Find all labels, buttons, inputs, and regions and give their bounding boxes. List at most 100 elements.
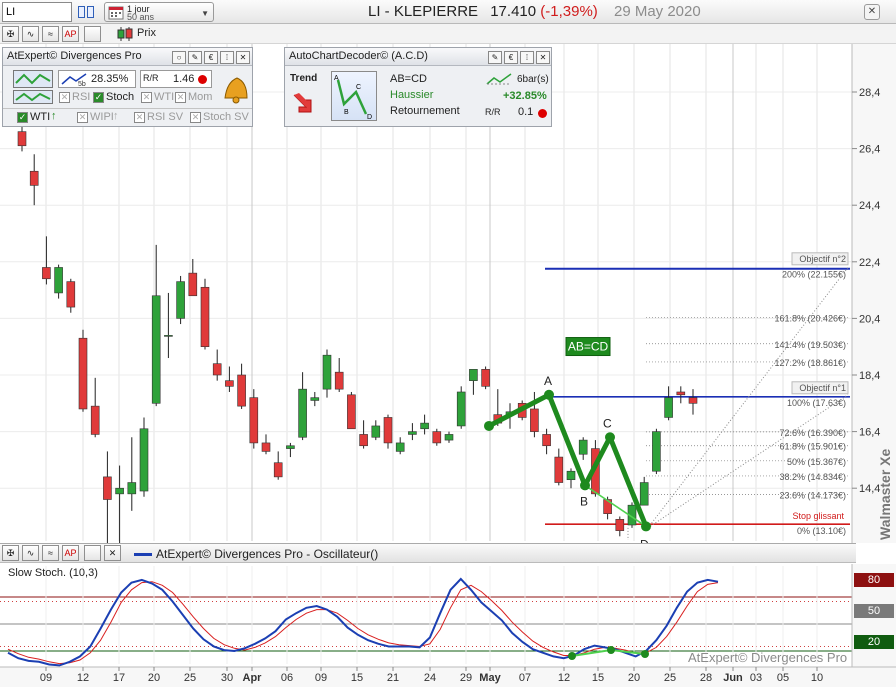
candle xyxy=(456,386,466,429)
stoch-checkbox[interactable]: ✓ xyxy=(93,92,104,103)
date-axis: 09 12 17 20 25 30 Apr 06 09 15 21 24 29 May 07 12 15 20 25… xyxy=(0,666,896,687)
wipi-checkbox[interactable]: ✕ xyxy=(77,112,88,123)
wave-chart-icon-2[interactable] xyxy=(13,90,53,104)
pattern-label-b: B xyxy=(580,494,588,508)
candle xyxy=(664,386,673,421)
currency-icon[interactable]: € xyxy=(204,51,218,64)
pattern-overlay: ABCDAB=CD xyxy=(484,337,651,551)
abcd-pattern-icon[interactable]: A B C D xyxy=(331,71,377,121)
tools-icon[interactable]: ✠ xyxy=(2,545,19,561)
price-tick-label: 22,4 xyxy=(859,257,880,269)
wave-icon[interactable]: ∿ xyxy=(22,545,39,561)
indicator-icon[interactable]: ≈ xyxy=(42,545,59,561)
indicator-icon[interactable]: ≈ xyxy=(42,26,59,42)
candle-body xyxy=(371,425,381,438)
candle-body xyxy=(78,337,88,410)
last-price: 17.410 xyxy=(490,3,537,20)
date-tick-label: 30 xyxy=(221,672,233,684)
settings-icon[interactable]: ✎ xyxy=(488,51,502,64)
projection-levels: Objectif n°2 200% (22.155€) 161.8% (20.426… xyxy=(545,252,850,540)
date-tick-label: 17 xyxy=(113,672,125,684)
fib-level-label: 38.2% (14.834€) xyxy=(779,472,846,482)
price-tick-label: 20,4 xyxy=(859,313,880,325)
divergence-point xyxy=(568,652,576,660)
candle xyxy=(249,389,259,449)
tools-icon[interactable]: ✠ xyxy=(2,26,19,42)
candle xyxy=(554,448,564,486)
fib-level-label: 127.2% (18.861€) xyxy=(774,358,846,368)
candle-body xyxy=(481,369,490,387)
candle-body xyxy=(688,397,698,404)
svg-text:D: D xyxy=(367,114,372,120)
candle xyxy=(615,516,625,537)
mom-checkbox[interactable]: ✕ xyxy=(175,92,186,103)
date-tick-label: 05 xyxy=(777,672,789,684)
panel-close-icon[interactable]: ✕ xyxy=(236,51,250,64)
calendar-icon xyxy=(108,5,124,23)
pattern-name: AB=CD xyxy=(390,73,427,85)
oscillator-title: AtExpert© Divergences Pro - Oscillateur(… xyxy=(156,547,379,561)
date-tick-label: 21 xyxy=(387,672,399,684)
book-icon[interactable] xyxy=(76,3,96,21)
panel-close-icon[interactable]: ✕ xyxy=(536,51,550,64)
pattern-signal: Retournement xyxy=(390,105,460,117)
refresh-icon[interactable]: ○ xyxy=(172,51,186,64)
fib-level-label: 50% (15.367€) xyxy=(787,457,846,467)
candle-body xyxy=(676,391,686,396)
date-tick-label: 12 xyxy=(558,672,570,684)
price-chart[interactable]: Objectif n°2 200% (22.155€) 161.8% (20.426… xyxy=(0,44,896,687)
stoch-sv-checkbox[interactable]: ✕ xyxy=(190,112,201,123)
candle-body xyxy=(542,434,551,447)
date-tick-label: 09 xyxy=(40,672,52,684)
period-selector[interactable]: 1 jour 50 ans ▼ xyxy=(104,2,214,22)
symbol-input[interactable] xyxy=(2,2,72,22)
candle-body xyxy=(554,456,564,483)
wave-icon[interactable]: ∿ xyxy=(22,26,39,42)
rr-icon: R/R xyxy=(143,73,159,83)
chart-title: LI - KLEPIERRE 17.410 (-1,39%) 29 May 20… xyxy=(368,3,701,20)
wave-chart-icon[interactable] xyxy=(13,70,53,88)
close-button[interactable]: ✕ xyxy=(864,4,880,20)
date-tick-label: 20 xyxy=(148,672,160,684)
candle xyxy=(78,329,88,412)
pattern-path xyxy=(487,392,649,528)
price-mode-label[interactable]: Prix xyxy=(137,27,156,39)
candle-body xyxy=(310,397,320,401)
candle xyxy=(542,428,551,455)
date-tick-label: 03 xyxy=(750,672,762,684)
rsi-sv-checkbox[interactable]: ✕ xyxy=(134,112,145,123)
candle xyxy=(347,391,356,430)
divergence-row-3: ✓ WTI ↑ ✕ WIPI ↑ ✕ RSI SV ✕ Stoch SV xyxy=(3,108,252,126)
window-icon[interactable] xyxy=(84,545,101,561)
candle-body xyxy=(347,394,356,430)
candle xyxy=(371,420,381,441)
date-tick-label: May xyxy=(479,672,501,684)
candle-body xyxy=(90,405,100,435)
grid-icon[interactable]: ⁞ xyxy=(520,51,534,64)
currency-icon[interactable]: € xyxy=(504,51,518,64)
rsi-sv-label: RSI SV xyxy=(147,111,184,123)
bell-icon[interactable] xyxy=(217,70,251,105)
window-icon[interactable] xyxy=(84,26,101,42)
candle-body xyxy=(566,470,576,481)
candle xyxy=(676,386,686,404)
candle-body xyxy=(54,267,63,294)
ap-icon[interactable]: AP xyxy=(62,26,79,42)
price-tick-label: 26,4 xyxy=(859,144,880,156)
rsi-checkbox[interactable]: ✕ xyxy=(59,92,70,103)
pattern-point xyxy=(641,521,651,532)
candlestick-icon[interactable] xyxy=(116,26,134,42)
ap-icon[interactable]: AP xyxy=(62,545,79,561)
wti-checkbox[interactable]: ✕ xyxy=(141,92,152,103)
date-tick-label: Apr xyxy=(243,672,263,684)
candle-body xyxy=(42,267,51,280)
stoch-label: Stoch xyxy=(106,91,135,103)
close-icon[interactable]: ✕ xyxy=(104,545,121,561)
candle-body xyxy=(652,431,661,472)
svg-text:B: B xyxy=(344,109,349,116)
wti-row-checkbox[interactable]: ✓ xyxy=(17,112,28,123)
grid-icon[interactable]: ⁞ xyxy=(220,51,234,64)
candle-body xyxy=(225,380,234,387)
settings-icon[interactable]: ✎ xyxy=(188,51,202,64)
brand-vertical: Walmaster Xe xyxy=(876,440,896,550)
